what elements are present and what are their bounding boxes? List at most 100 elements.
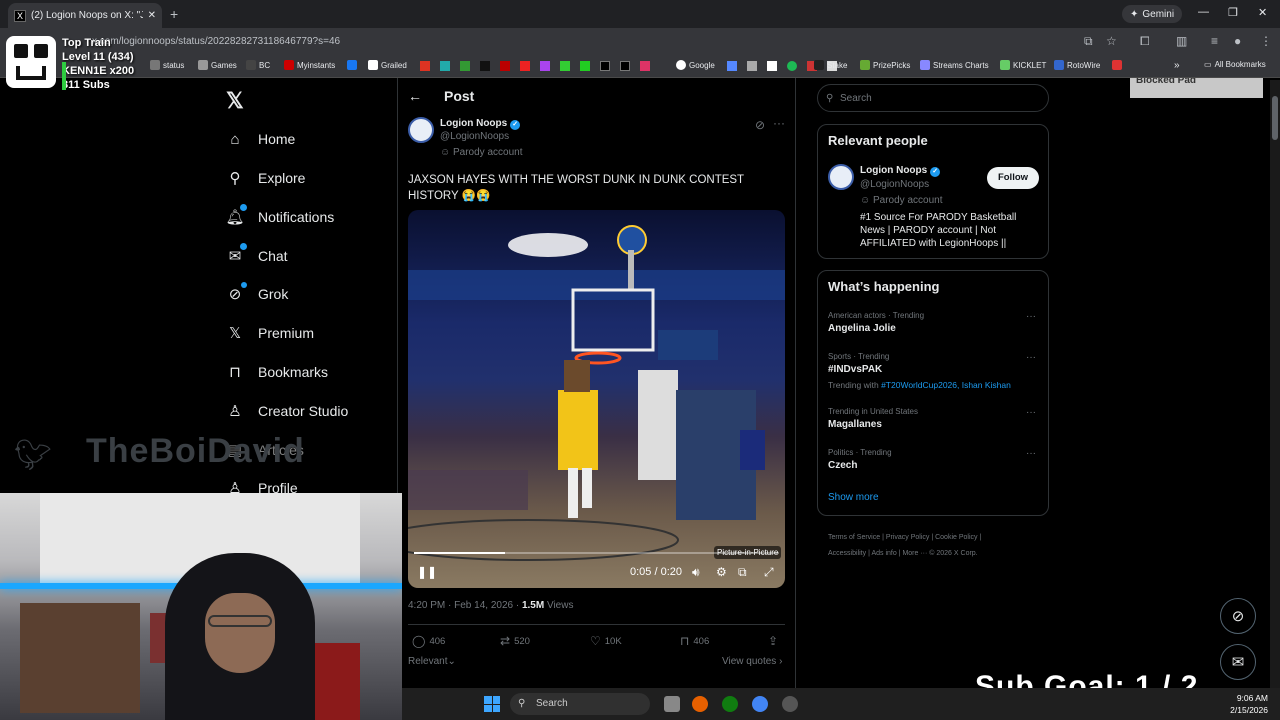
grok-explain-icon[interactable]: ⊘ [755, 118, 765, 132]
trend-more-icon[interactable]: ··· [1026, 448, 1036, 459]
messages-fab-button[interactable]: ✉ [1220, 644, 1256, 680]
bookmark-bc[interactable]: BC [246, 60, 270, 70]
star-icon[interactable]: ☆ [1106, 34, 1117, 48]
nav-creator-studio[interactable]: ♙ Creator Studio [226, 402, 348, 420]
grok-fab-button[interactable]: ⊘ [1220, 598, 1256, 634]
url-field[interactable]: x.com/logionnoops/status/202282827311864… [80, 33, 1070, 51]
bookmark-games[interactable]: Games [198, 60, 237, 70]
pause-icon[interactable]: ❚❚ [417, 565, 437, 579]
gemini-button[interactable]: ✦ Gemini [1122, 5, 1183, 23]
share-button[interactable]: ⇪ [768, 634, 778, 648]
bookmark-icon[interactable] [440, 61, 450, 71]
all-bookmarks-button[interactable]: ▭ All Bookmarks [1204, 60, 1266, 69]
bookmark-prizepicks[interactable]: PrizePicks [860, 60, 910, 70]
trend-more-icon[interactable]: ··· [1026, 352, 1036, 363]
relevant-handle[interactable]: @LogionNoops [860, 179, 929, 190]
trend-item[interactable]: Magallanes [828, 419, 882, 430]
taskbar-clock[interactable]: 9:06 AM 2/15/2026 [1226, 692, 1268, 716]
trend-item[interactable]: Angelina Jolie [828, 323, 896, 334]
nav-chat[interactable]: ✉ Chat [226, 243, 288, 265]
author-avatar[interactable] [408, 117, 434, 143]
like-button[interactable]: ♡ 10K [590, 634, 622, 648]
extensions-icon[interactable]: ⧠ [1140, 34, 1150, 49]
bookmark-status[interactable]: status [150, 60, 184, 70]
close-window-icon[interactable]: ✕ [1258, 6, 1267, 19]
bookmark-grailed[interactable]: Grailed [368, 60, 407, 70]
bookmark-icon[interactable] [460, 61, 470, 71]
show-more-link[interactable]: Show more [828, 492, 879, 503]
media-icon[interactable]: ≡ [1211, 34, 1218, 48]
scrollbar-thumb[interactable] [1272, 96, 1278, 140]
trend-item[interactable]: Czech [828, 460, 857, 471]
bookmark-icon[interactable] [560, 61, 570, 71]
video-player[interactable] [408, 210, 785, 588]
relevant-avatar[interactable] [828, 164, 854, 190]
spotify-icon[interactable] [787, 61, 797, 71]
bookmark-icon[interactable] [520, 61, 530, 71]
footer-links[interactable]: Terms of Service | Privacy Policy | Cook… [828, 530, 1048, 562]
bookmark-stake[interactable]: Stake [814, 60, 847, 70]
bookmark-myinstants[interactable]: Myinstants [284, 60, 335, 70]
bookmark-icon[interactable] [767, 61, 777, 71]
bookmark-icon[interactable] [480, 61, 490, 71]
nav-premium[interactable]: 𝕏 Premium [226, 324, 314, 342]
nav-grok[interactable]: ⊘ Grok [226, 282, 288, 303]
close-tab-icon[interactable]: ✕ [148, 10, 156, 21]
maximize-icon[interactable]: ❐ [1228, 6, 1238, 19]
trend-more-icon[interactable]: ··· [1026, 311, 1036, 322]
bookmark-icon[interactable] [620, 61, 630, 71]
x-logo-icon[interactable]: 𝕏 [226, 88, 244, 114]
author-name[interactable]: Logion Noops ✓ [440, 118, 521, 130]
bookmark-google[interactable]: Google [676, 60, 715, 70]
taskbar-search[interactable]: ⚲ Search [510, 693, 650, 715]
settings-gear-icon[interactable]: ⚙ [716, 565, 727, 579]
sidepanel-icon[interactable]: ▥ [1176, 34, 1187, 48]
author-handle[interactable]: @LogionNoops [440, 131, 509, 142]
minimize-icon[interactable]: — [1198, 6, 1209, 18]
bookmark-icon[interactable] [727, 61, 737, 71]
bookmark-s[interactable] [1112, 60, 1122, 70]
bookmark-icon[interactable] [420, 61, 430, 71]
repost-button[interactable]: ⇄ 520 [500, 634, 530, 648]
nav-bookmarks[interactable]: ⊓ Bookmarks [226, 363, 328, 381]
nav-home[interactable]: ⌂ Home [226, 130, 295, 148]
bookmark-kicklet[interactable]: KICKLET [1000, 60, 1046, 70]
bookmark-streams-charts[interactable]: Streams Charts [920, 60, 989, 70]
bookmark-icon[interactable] [747, 61, 757, 71]
task-view-icon[interactable] [664, 696, 680, 712]
app-icon[interactable] [782, 696, 798, 712]
trending-tags-link[interactable]: #T20WorldCup2026, Ishan Kishan [881, 380, 1011, 390]
bookmark-icon[interactable] [640, 61, 650, 71]
xbox-icon[interactable] [722, 696, 738, 712]
view-quotes-link[interactable]: View quotes › [722, 656, 782, 667]
back-arrow-icon[interactable]: ← [408, 88, 422, 104]
bookmark-icon[interactable] [600, 61, 610, 71]
menu-icon[interactable]: ⋮ [1260, 34, 1272, 48]
fullscreen-icon[interactable]: ⤢ [764, 565, 774, 580]
bookmark-icon[interactable] [540, 61, 550, 71]
nav-notifications[interactable]: 🔔︎ Notifications [225, 204, 334, 226]
bookmark-icon[interactable] [500, 61, 510, 71]
windows-start-icon[interactable] [484, 696, 500, 712]
bookmarks-overflow-icon[interactable]: » [1174, 60, 1180, 71]
install-icon[interactable]: ⧉ [1084, 34, 1093, 49]
pip-icon[interactable]: ⧉ [738, 565, 747, 580]
bookmark-icon[interactable] [580, 61, 590, 71]
profile-avatar[interactable]: ● [1234, 34, 1241, 48]
bookmark-button[interactable]: ⊓ 406 [680, 634, 709, 648]
search-input[interactable]: ⚲ Search [817, 84, 1049, 112]
trend-item[interactable]: #INDvsPAK [828, 364, 882, 375]
more-options-icon[interactable]: ··· [773, 116, 785, 130]
firefox-icon[interactable] [692, 696, 708, 712]
trend-more-icon[interactable]: ··· [1026, 407, 1036, 418]
chrome-icon[interactable] [752, 696, 768, 712]
relevant-name[interactable]: Logion Noops ✓ [860, 165, 941, 177]
follow-button[interactable]: Follow [987, 167, 1039, 189]
nav-explore[interactable]: ⚲ Explore [226, 169, 306, 187]
bookmark-facebook[interactable] [347, 60, 357, 70]
new-tab-button[interactable]: + [170, 6, 178, 22]
scrollbar[interactable] [1270, 80, 1280, 688]
browser-tab[interactable]: X (2) Logion Noops on X: "JA ✕ [8, 3, 162, 28]
bookmark-rotowire[interactable]: RotoWire [1054, 60, 1100, 70]
volume-icon[interactable]: 🔊︎ [692, 565, 700, 580]
